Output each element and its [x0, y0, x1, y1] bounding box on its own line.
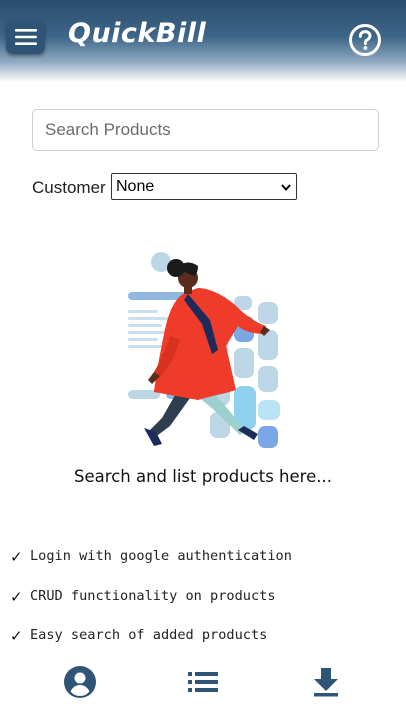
feature-item: ✓ Login with google authentication [10, 548, 406, 588]
check-icon: ✓ [10, 548, 23, 566]
nav-download-button[interactable] [301, 660, 351, 704]
walking-person-illustration [128, 252, 280, 448]
empty-state-message: Search and list products here... [74, 467, 332, 486]
check-icon: ✓ [10, 587, 23, 606]
bottom-navigation [0, 660, 406, 711]
feature-text: CRUD functionality on products [30, 587, 276, 604]
help-circle-icon [349, 24, 381, 56]
download-icon [314, 668, 338, 697]
customer-select[interactable]: None [111, 173, 297, 200]
app-title: QuickBill [68, 18, 207, 49]
feature-text: Login with google authentication [30, 548, 292, 564]
hamburger-menu-icon [14, 29, 37, 45]
customer-label: Customer [32, 178, 106, 197]
nav-account-button[interactable] [55, 660, 105, 704]
list-icon [188, 672, 218, 692]
check-icon: ✓ [10, 627, 23, 645]
help-button[interactable] [348, 23, 382, 57]
account-circle-icon [64, 666, 96, 698]
chevron-down-icon [281, 183, 291, 191]
feature-list: ✓ Login with google authentication ✓ CRU… [10, 548, 406, 667]
nav-list-button[interactable] [178, 660, 228, 704]
customer-select-value: None [116, 177, 155, 195]
feature-text: Easy search of added products [30, 627, 268, 643]
menu-button[interactable] [6, 20, 45, 54]
feature-item: ✓ CRUD functionality on products [10, 588, 406, 628]
app-header: QuickBill [0, 0, 406, 82]
search-input[interactable] [32, 109, 379, 151]
